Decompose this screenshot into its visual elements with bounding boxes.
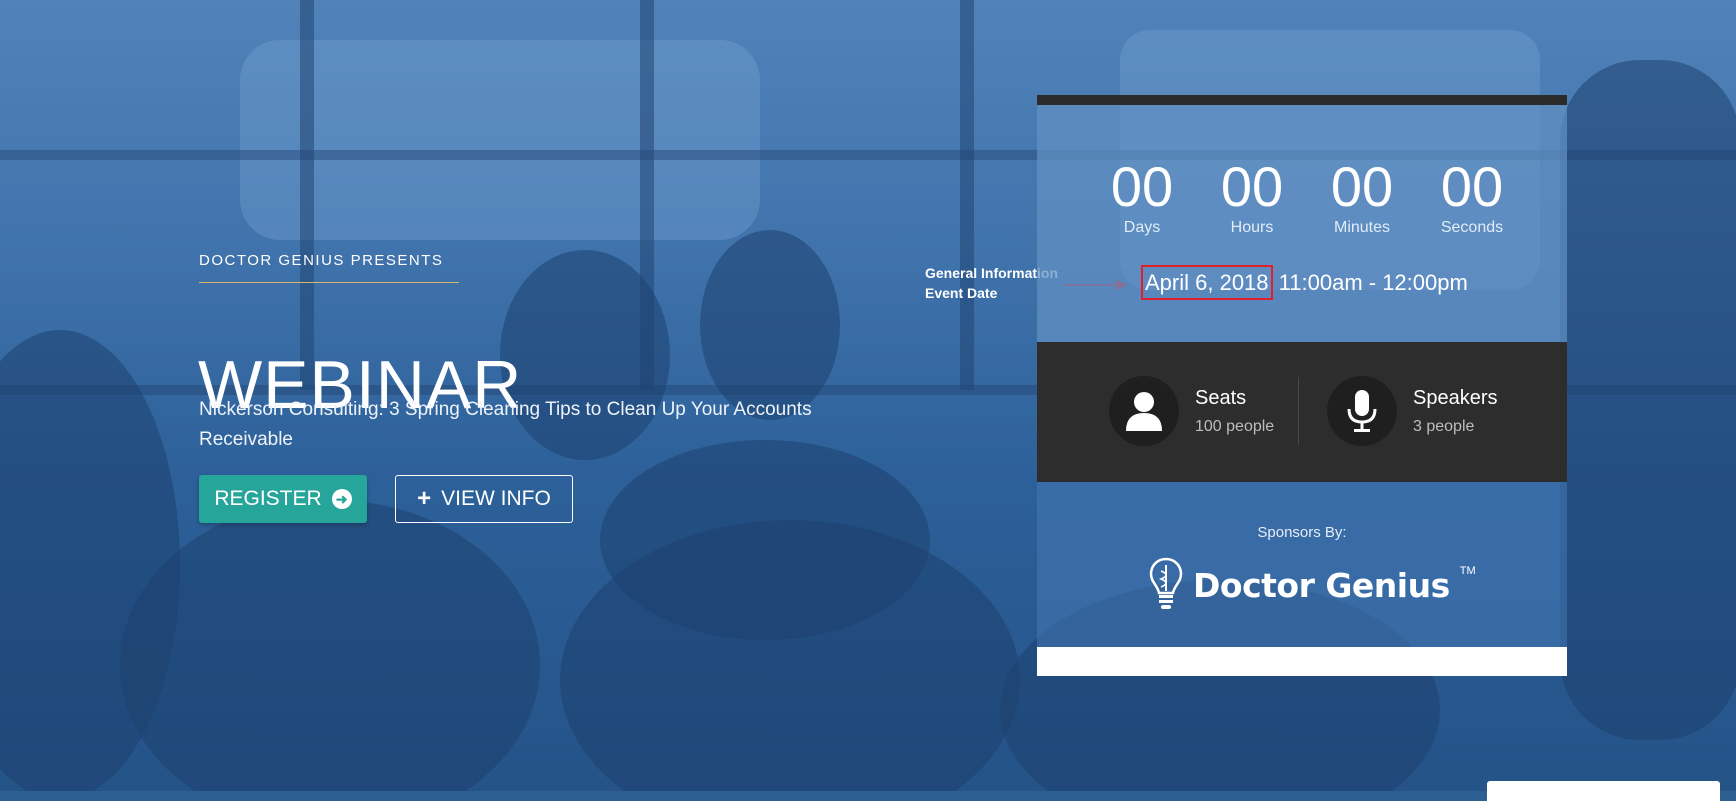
event-time: 11:00am - 12:00pm (1278, 270, 1468, 295)
sponsor-logo: Doctor Genius TM (1149, 557, 1476, 613)
seats-stat: Seats 100 people (1109, 376, 1274, 446)
speakers-stat: Speakers 3 people (1327, 376, 1498, 446)
countdown-minutes: 00 Minutes (1330, 155, 1394, 237)
view-info-label: VIEW INFO (441, 487, 551, 510)
arrow-right-circle-icon: ➜ (331, 489, 352, 509)
countdown-section: 00 Days 00 Hours 00 Minutes 00 Seconds A… (1037, 105, 1567, 342)
lightbulb-icon (1149, 557, 1183, 609)
countdown-seconds: 00 Seconds (1440, 155, 1504, 237)
register-button[interactable]: REGISTER ➜ (199, 475, 367, 523)
speakers-value: 3 people (1413, 417, 1475, 435)
stats-section: Seats 100 people Speakers 3 people (1037, 342, 1567, 482)
event-panel: 00 Days 00 Hours 00 Minutes 00 Seconds A… (1037, 95, 1567, 681)
event-date: April 6, 2018 (1141, 265, 1273, 300)
seats-title: Seats (1195, 386, 1247, 409)
countdown-days: 00 Days (1110, 155, 1174, 237)
corner-widget[interactable] (1487, 781, 1720, 801)
user-icon (1109, 376, 1179, 446)
seats-value: 100 people (1195, 417, 1275, 435)
view-info-button[interactable]: + VIEW INFO (395, 475, 573, 523)
webinar-subtitle: Nickerson Consulting: 3 Spring Cleaning … (199, 399, 812, 450)
sponsor-logo-text: Doctor Genius (1193, 565, 1450, 605)
divider (199, 282, 459, 283)
divider (1298, 377, 1299, 445)
countdown-hours: 00 Hours (1220, 155, 1284, 237)
speakers-title: Speakers (1413, 386, 1498, 409)
microphone-icon (1327, 376, 1397, 446)
plus-icon: + (417, 485, 432, 512)
register-label: REGISTER (214, 487, 322, 510)
event-date-time: April 6, 2018 11:00am - 12:00pm (1141, 265, 1468, 300)
sponsor-logo-tm: TM (1459, 565, 1476, 577)
presenter-label: DOCTOR GENIUS PRESENTS (199, 252, 444, 269)
sponsors-label: Sponsors By: (1257, 524, 1347, 541)
sponsors-section: Sponsors By: Doctor Genius TM (1037, 482, 1567, 647)
